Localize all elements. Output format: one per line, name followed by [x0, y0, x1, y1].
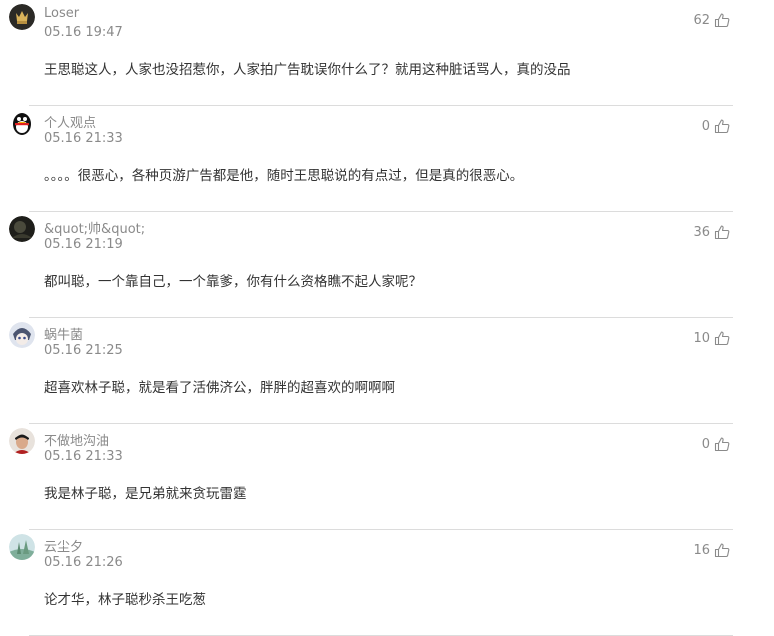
like-count: 0 [701, 437, 710, 452]
avatar[interactable] [9, 534, 35, 560]
comment-text: 。。。。很恶心，各种页游广告都是他，随时王思聪说的有点过，但是真的很恶心。 [44, 168, 524, 184]
like-button[interactable]: 0 [702, 119, 730, 134]
username[interactable]: 云尘夕 [44, 536, 83, 555]
like-count: 62 [693, 13, 710, 28]
timestamp: 05.16 21:33 [44, 449, 123, 464]
username[interactable]: 个人观点 [44, 112, 96, 131]
like-button[interactable]: 36 [693, 225, 730, 240]
thumbs-up-icon [714, 437, 730, 452]
comment-item: 蜗牛菌 05.16 21:25 超喜欢林子聪，就是看了活佛济公，胖胖的超喜欢的啊… [0, 318, 774, 424]
username[interactable]: 蜗牛菌 [44, 324, 83, 343]
avatar[interactable] [9, 4, 35, 30]
like-button[interactable]: 0 [702, 437, 730, 452]
timestamp: 05.16 21:19 [44, 237, 123, 252]
thumbs-up-icon [714, 13, 730, 28]
timestamp: 05.16 21:25 [44, 343, 123, 358]
comment-text: 都叫聪，一个靠自己，一个靠爹，你有什么资格瞧不起人家呢？ [44, 274, 422, 290]
avatar[interactable] [9, 110, 35, 136]
like-count: 16 [693, 543, 710, 558]
comment-item: &quot;帅&quot; 05.16 21:19 都叫聪，一个靠自己，一个靠爹… [0, 212, 774, 318]
thumbs-up-icon [714, 119, 730, 134]
timestamp: 05.16 21:26 [44, 555, 123, 570]
comment-text: 超喜欢林子聪，就是看了活佛济公，胖胖的超喜欢的啊啊啊 [44, 380, 395, 396]
comment-item: 不做地沟油 05.16 21:33 我是林子聪，是兄弟就来贪玩雷霆 0 [0, 424, 774, 530]
thumbs-up-icon [714, 331, 730, 346]
comment-text: 论才华，林子聪秒杀王吃葱 [44, 592, 206, 608]
avatar[interactable] [9, 216, 35, 242]
like-count: 36 [693, 225, 710, 240]
comment-text: 王思聪这人，人家也没招惹你，人家拍广告耽误你什么了？就用这种脏话骂人，真的没品 [44, 62, 571, 78]
like-button[interactable]: 16 [693, 543, 730, 558]
timestamp: 05.16 19:47 [44, 25, 123, 40]
like-button[interactable]: 62 [693, 13, 730, 28]
username[interactable]: 不做地沟油 [44, 430, 109, 449]
username[interactable]: Loser [44, 6, 79, 21]
comment-item: Loser 05.16 19:47 王思聪这人，人家也没招惹你，人家拍广告耽误你… [0, 0, 774, 106]
comment-item: 云尘夕 05.16 21:26 论才华，林子聪秒杀王吃葱 16 [0, 530, 774, 636]
avatar[interactable] [9, 322, 35, 348]
thumbs-up-icon [714, 543, 730, 558]
comment-text: 我是林子聪，是兄弟就来贪玩雷霆 [44, 486, 247, 502]
like-button[interactable]: 10 [693, 331, 730, 346]
comment-item: 个人观点 05.16 21:33 。。。。很恶心，各种页游广告都是他，随时王思聪… [0, 106, 774, 212]
timestamp: 05.16 21:33 [44, 131, 123, 146]
thumbs-up-icon [714, 225, 730, 240]
avatar[interactable] [9, 428, 35, 454]
like-count: 10 [693, 331, 710, 346]
username[interactable]: &quot;帅&quot; [44, 218, 145, 237]
comment-list: Loser 05.16 19:47 王思聪这人，人家也没招惹你，人家拍广告耽误你… [0, 0, 774, 636]
like-count: 0 [701, 119, 710, 134]
